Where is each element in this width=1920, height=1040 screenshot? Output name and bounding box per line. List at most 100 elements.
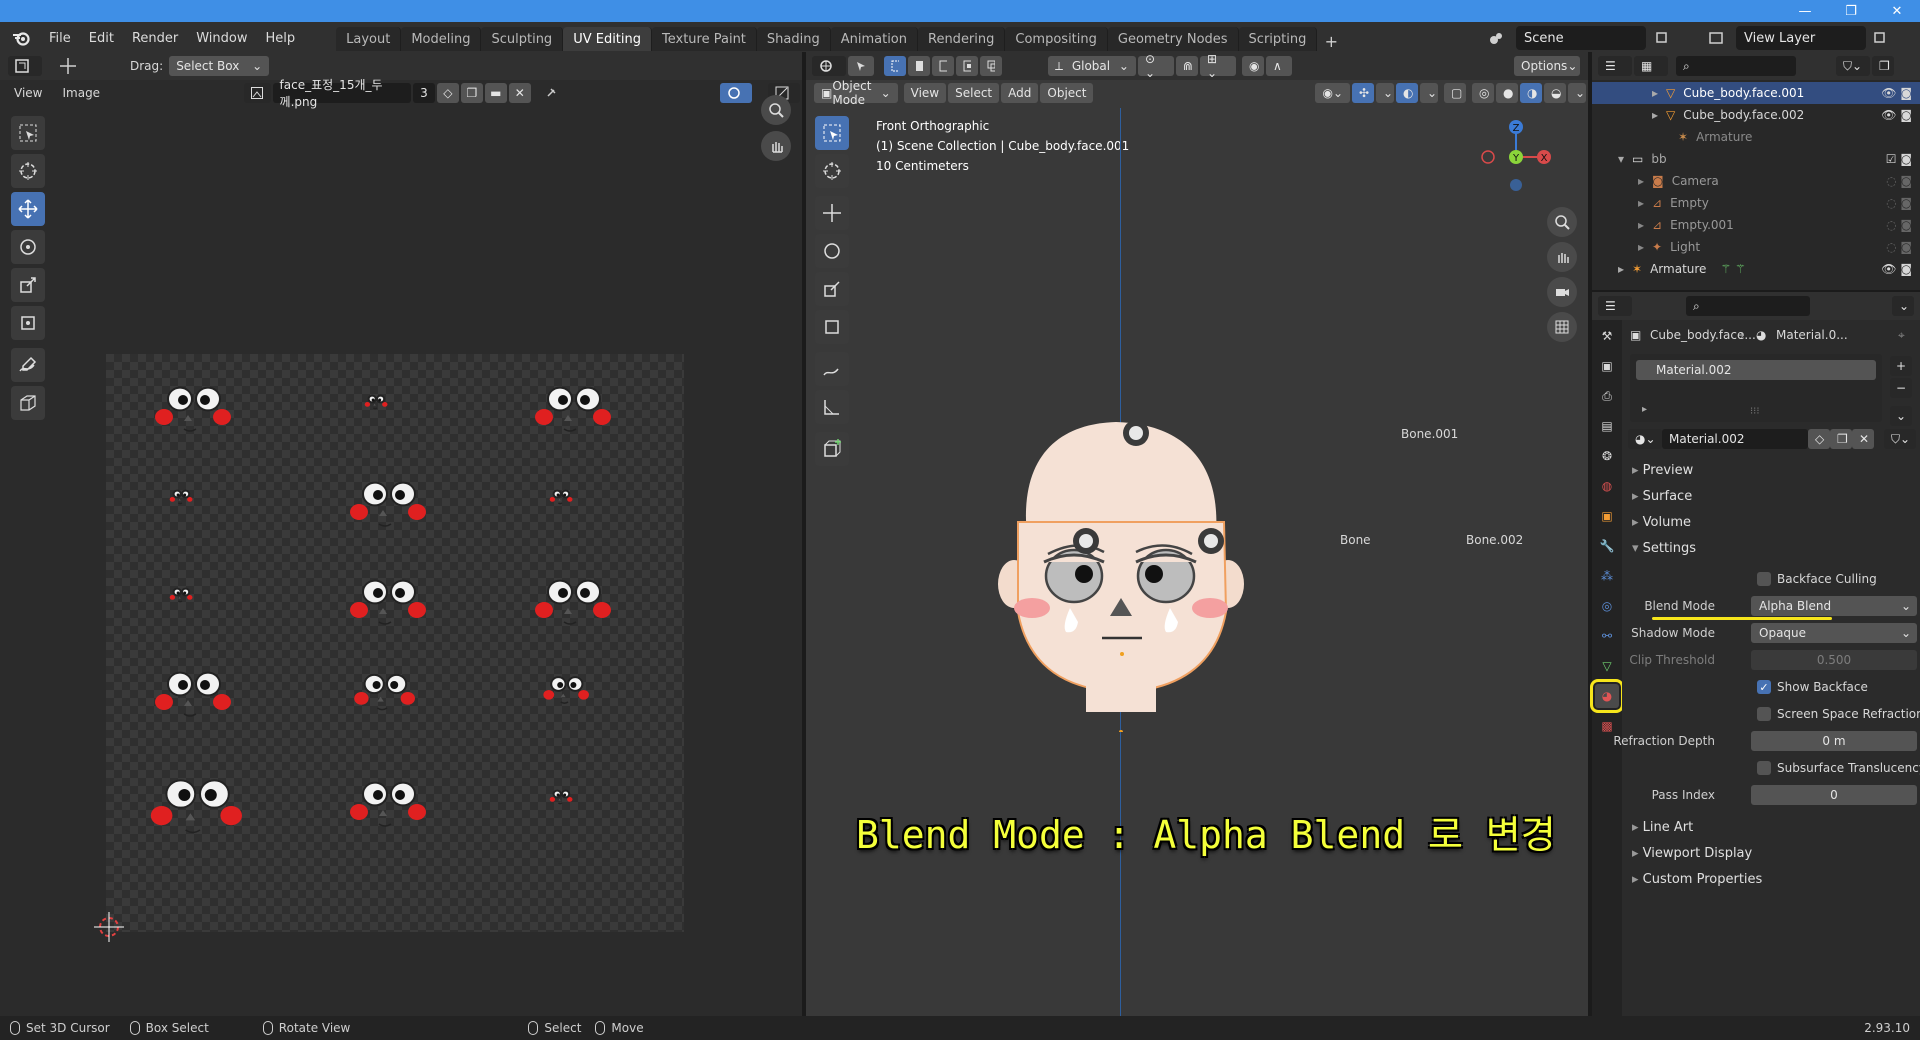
outliner-row-collection-bb[interactable]: ▾ ▭ bb ☑ ◙ bbox=[1592, 148, 1920, 170]
vp-select-tool-icon[interactable] bbox=[815, 116, 849, 150]
pin-icon[interactable]: ⌖ bbox=[1898, 328, 1905, 343]
vp-zoom-icon[interactable] bbox=[1547, 207, 1577, 237]
tab-geometry-nodes[interactable]: Geometry Nodes bbox=[1107, 27, 1239, 51]
unlink-image-icon[interactable]: ✕ bbox=[508, 83, 531, 103]
new-view-layer-icon[interactable] bbox=[1870, 28, 1890, 48]
bone-002[interactable] bbox=[1195, 525, 1227, 557]
material-name-field[interactable]: Material.002 bbox=[1662, 429, 1808, 449]
props-editor-type-icon[interactable]: ☰ bbox=[1598, 296, 1632, 316]
ssr-checkbox[interactable] bbox=[1757, 707, 1771, 721]
menu-window[interactable]: Window bbox=[187, 31, 256, 46]
ortho-grid-icon[interactable] bbox=[1547, 312, 1577, 342]
bone[interactable] bbox=[1070, 525, 1102, 557]
visibility-eye-icon[interactable]: 👁 ◙ bbox=[1881, 108, 1912, 122]
shadow-mode-dropdown[interactable]: Opaque ⌄ bbox=[1751, 623, 1917, 643]
physics-tab-icon[interactable]: ◎ bbox=[1595, 594, 1619, 618]
cursor-tool-icon[interactable] bbox=[11, 154, 45, 188]
material-shading-icon[interactable]: ◑ bbox=[1520, 83, 1542, 103]
new-collection-icon[interactable]: ❐ bbox=[1872, 56, 1894, 76]
outliner-row-empty001[interactable]: ▸ ⊿ Empty.001 ◌ ◙ bbox=[1592, 214, 1920, 236]
options-dropdown[interactable]: Options ⌄ bbox=[1514, 56, 1580, 76]
gizmo-dropdown-icon[interactable]: ⌄ bbox=[1376, 83, 1394, 103]
display-mode-icon[interactable]: ▦ bbox=[1634, 56, 1668, 76]
section-surface[interactable]: ▸ Surface bbox=[1632, 489, 1692, 504]
vp-cursor-tool-icon[interactable] bbox=[815, 154, 849, 188]
character-head[interactable] bbox=[986, 412, 1256, 732]
transform-tool-icon[interactable] bbox=[11, 306, 45, 340]
slot-specials-button[interactable]: ⌄ bbox=[1890, 406, 1912, 426]
outliner-row-empty[interactable]: ▸ ⊿ Empty ◌ ◙ bbox=[1592, 192, 1920, 214]
bone-001[interactable] bbox=[1120, 417, 1152, 449]
hidden-eye-icon[interactable]: ◌ ◙ bbox=[1886, 218, 1912, 232]
tab-compositing[interactable]: Compositing bbox=[1005, 27, 1108, 51]
menu-select-3d[interactable]: Select bbox=[948, 83, 1000, 103]
hidden-eye-icon[interactable]: ◌ ◙ bbox=[1886, 174, 1912, 188]
node-tree-icon[interactable]: ⛉⌄ bbox=[1884, 429, 1916, 449]
tab-animation[interactable]: Animation bbox=[830, 27, 918, 51]
pin-icon[interactable] bbox=[541, 87, 561, 99]
outliner-row-armature[interactable]: ▸ ✶ Armature ⚚ ⚚ 👁 ◙ bbox=[1592, 258, 1920, 280]
collection-checkbox-icon[interactable]: ☑ ◙ bbox=[1886, 152, 1912, 166]
transform-pivot-icon[interactable] bbox=[52, 56, 84, 76]
gizmo-toggle-icon[interactable]: ✣ bbox=[1352, 83, 1374, 103]
select-extend-icon[interactable] bbox=[908, 56, 930, 76]
menu-help[interactable]: Help bbox=[257, 31, 305, 46]
move-tool-icon[interactable] bbox=[11, 192, 45, 226]
data-tab-icon[interactable]: ▽ bbox=[1595, 654, 1619, 678]
proportional-edit-icon[interactable]: ◉ bbox=[1242, 56, 1264, 76]
outliner-editor-type-icon[interactable]: ☰ bbox=[1598, 56, 1632, 76]
mode-dropdown[interactable]: ▣ Object Mode ⌄ bbox=[814, 79, 898, 107]
grab-tool-icon[interactable] bbox=[11, 386, 45, 420]
particles-tab-icon[interactable]: ⁂ bbox=[1595, 564, 1619, 588]
wireframe-shading-icon[interactable]: ◎ bbox=[1472, 83, 1494, 103]
sss-checkbox[interactable] bbox=[1757, 761, 1771, 775]
scene-tab-icon[interactable]: ❂ bbox=[1595, 444, 1619, 468]
section-settings[interactable]: ▾ Settings bbox=[1632, 541, 1696, 556]
resize-grip-icon[interactable]: ⁝⁝⁝ bbox=[1750, 406, 1760, 417]
props-options-icon[interactable]: ⌄ bbox=[1892, 296, 1914, 316]
modifier-tab-icon[interactable]: 🔧 bbox=[1595, 534, 1619, 558]
solid-shading-icon[interactable]: ● bbox=[1496, 83, 1518, 103]
menu-view-3d[interactable]: View bbox=[903, 83, 947, 103]
visibility-eye-icon[interactable]: 👁 ◙ bbox=[1881, 262, 1912, 276]
overlays-toggle-icon[interactable]: ◐ bbox=[1396, 83, 1418, 103]
browse-material-icon[interactable]: ◕⌄ bbox=[1628, 429, 1662, 449]
select-intersect-icon[interactable] bbox=[980, 56, 1002, 76]
menu-image[interactable]: Image bbox=[56, 86, 106, 100]
duplicate-image-icon[interactable]: ❐ bbox=[460, 83, 483, 103]
image-browse-icon[interactable] bbox=[244, 83, 271, 103]
pass-index-field[interactable]: 0 bbox=[1751, 785, 1917, 805]
vp-annotate-tool-icon[interactable] bbox=[815, 352, 849, 386]
section-line-art[interactable]: ▸ Line Art bbox=[1632, 820, 1693, 835]
tab-shading[interactable]: Shading bbox=[756, 27, 831, 51]
snap-icon[interactable]: ⋒ bbox=[1176, 56, 1198, 76]
tab-scripting[interactable]: Scripting bbox=[1238, 27, 1318, 51]
outliner-row-face002[interactable]: ▸ ▽ Cube_body.face.002 👁 ◙ bbox=[1592, 104, 1920, 126]
select-subtract-icon[interactable] bbox=[932, 56, 954, 76]
falloff-icon[interactable]: ∧ bbox=[1266, 56, 1292, 76]
section-volume[interactable]: ▸ Volume bbox=[1632, 515, 1691, 530]
output-tab-icon[interactable]: ⎙ bbox=[1595, 384, 1619, 408]
select-box-tool-icon[interactable] bbox=[11, 116, 45, 150]
maximize-button[interactable]: ❐ bbox=[1828, 0, 1874, 22]
view-layer-selector[interactable]: View Layer bbox=[1736, 26, 1866, 50]
visibility-eye-icon[interactable]: 👁 ◙ bbox=[1881, 86, 1912, 100]
viewport-editor-type-icon[interactable] bbox=[812, 56, 846, 76]
vp-transform-tool-icon[interactable] bbox=[815, 310, 849, 344]
navigation-gizmo[interactable]: Z X Y bbox=[1476, 117, 1556, 197]
remove-slot-button[interactable]: − bbox=[1890, 378, 1912, 398]
expand-icon[interactable]: ▸ bbox=[1642, 404, 1647, 415]
camera-view-icon[interactable] bbox=[1547, 277, 1577, 307]
minimize-button[interactable]: — bbox=[1782, 0, 1828, 22]
overlay-toggle-icon[interactable] bbox=[720, 83, 753, 103]
tool-tab-icon[interactable]: ⚒ bbox=[1595, 324, 1619, 348]
vp-scale-tool-icon[interactable] bbox=[815, 272, 849, 306]
menu-render[interactable]: Render bbox=[123, 31, 187, 46]
outliner-search-input[interactable]: ⌕ bbox=[1676, 56, 1796, 76]
drag-mode-dropdown[interactable]: Select Box ⌄ bbox=[169, 56, 270, 76]
uv-texture-image[interactable] bbox=[106, 354, 684, 932]
view-layer-icon[interactable] bbox=[1706, 28, 1726, 48]
constraints-tab-icon[interactable]: ⚯ bbox=[1595, 624, 1619, 648]
unlink-material-icon[interactable]: ✕ bbox=[1852, 429, 1874, 449]
scale-tool-icon[interactable] bbox=[11, 268, 45, 302]
